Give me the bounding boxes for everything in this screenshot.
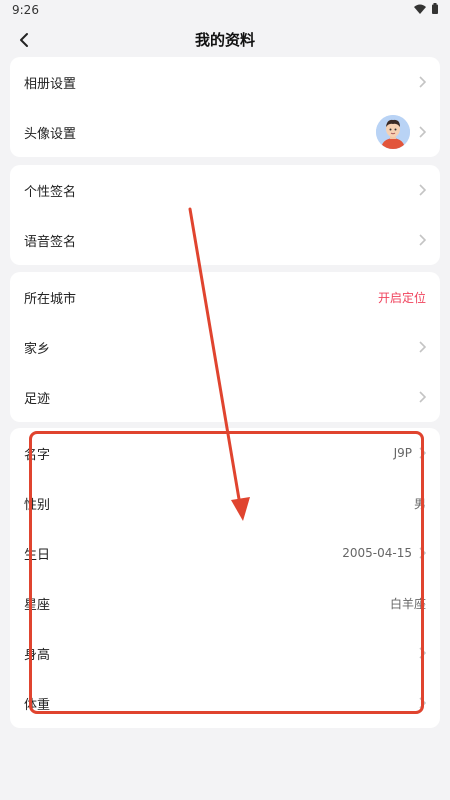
- wifi-icon: [414, 4, 426, 14]
- zodiac-value: 白羊座: [389, 596, 426, 611]
- album-settings-row[interactable]: 相册设置: [10, 57, 440, 107]
- birthday-value: 2005-04-15: [342, 546, 412, 560]
- row-right: [416, 391, 426, 403]
- weight-label: 体重: [24, 697, 51, 713]
- row-right: [416, 76, 426, 88]
- name-row[interactable]: 名字 J9P: [10, 428, 440, 478]
- row-right: [416, 341, 426, 353]
- page-title: 我的资料: [194, 31, 255, 49]
- height-label: 身高: [24, 647, 51, 663]
- weight-row[interactable]: 体重: [10, 678, 440, 728]
- height-row[interactable]: 身高: [10, 628, 440, 678]
- voice-signature-label: 语音签名: [24, 234, 77, 250]
- profile-page: 9:26 我的资料 相册设置 头像设置 个性签名 语音签名 所在城市 开启定位 …: [0, 0, 450, 800]
- birthday-row[interactable]: 生日 2005-04-15: [10, 528, 440, 578]
- row-right: [416, 234, 426, 246]
- enable-location-link[interactable]: 开启定位: [378, 289, 426, 306]
- row-right: J9P: [394, 446, 426, 460]
- voice-signature-row[interactable]: 语音签名: [10, 215, 440, 265]
- gender-label: 性别: [24, 497, 51, 513]
- status-icons: [414, 3, 438, 14]
- city-row[interactable]: 所在城市 开启定位: [10, 272, 440, 322]
- chevron-right-icon: [419, 697, 426, 709]
- chevron-right-icon: [419, 447, 426, 459]
- chevron-right-icon: [419, 647, 426, 659]
- avatar-settings-label: 头像设置: [24, 126, 77, 142]
- hometown-row[interactable]: 家乡: [10, 322, 440, 372]
- chevron-right-icon: [419, 184, 426, 196]
- status-bar: 9:26: [0, 0, 450, 20]
- chevron-right-icon: [419, 76, 426, 88]
- chevron-right-icon: [419, 391, 426, 403]
- zodiac-label: 星座: [24, 597, 51, 613]
- row-right: 男: [414, 495, 426, 512]
- footprint-row[interactable]: 足迹: [10, 372, 440, 422]
- row-right: [376, 115, 426, 149]
- zodiac-row: 星座 白羊座: [10, 578, 440, 628]
- card-signatures: 个性签名 语音签名: [10, 165, 440, 265]
- card-basic-info: 名字 J9P 性别 男 生日 2005-04-15 星座 白羊座 身高 体重: [10, 428, 440, 728]
- name-label: 名字: [24, 447, 51, 463]
- row-right: [416, 697, 426, 709]
- row-right: 2005-04-15: [342, 546, 426, 560]
- avatar[interactable]: [376, 115, 410, 149]
- header: 我的资料: [0, 22, 450, 56]
- birthday-label: 生日: [24, 547, 51, 563]
- battery-icon: [432, 3, 438, 14]
- chevron-right-icon: [419, 547, 426, 559]
- gender-row: 性别 男: [10, 478, 440, 528]
- card-photos: 相册设置 头像设置: [10, 57, 440, 157]
- album-settings-label: 相册设置: [24, 76, 77, 92]
- row-right: 开启定位: [378, 289, 426, 306]
- signature-row[interactable]: 个性签名: [10, 165, 440, 215]
- hometown-label: 家乡: [24, 341, 51, 357]
- card-location: 所在城市 开启定位 家乡 足迹: [10, 272, 440, 422]
- signature-label: 个性签名: [24, 184, 77, 200]
- row-right: [416, 647, 426, 659]
- avatar-settings-row[interactable]: 头像设置: [10, 107, 440, 157]
- chevron-right-icon: [419, 341, 426, 353]
- footprint-label: 足迹: [24, 391, 51, 407]
- chevron-right-icon: [419, 126, 426, 138]
- avatar-illustration: [376, 115, 410, 149]
- gender-value: 男: [413, 496, 426, 511]
- row-right: 白羊座: [390, 595, 426, 612]
- status-time: 9:26: [12, 3, 39, 17]
- city-label: 所在城市: [24, 291, 77, 307]
- row-right: [416, 184, 426, 196]
- name-value: J9P: [393, 446, 412, 460]
- chevron-right-icon: [419, 234, 426, 246]
